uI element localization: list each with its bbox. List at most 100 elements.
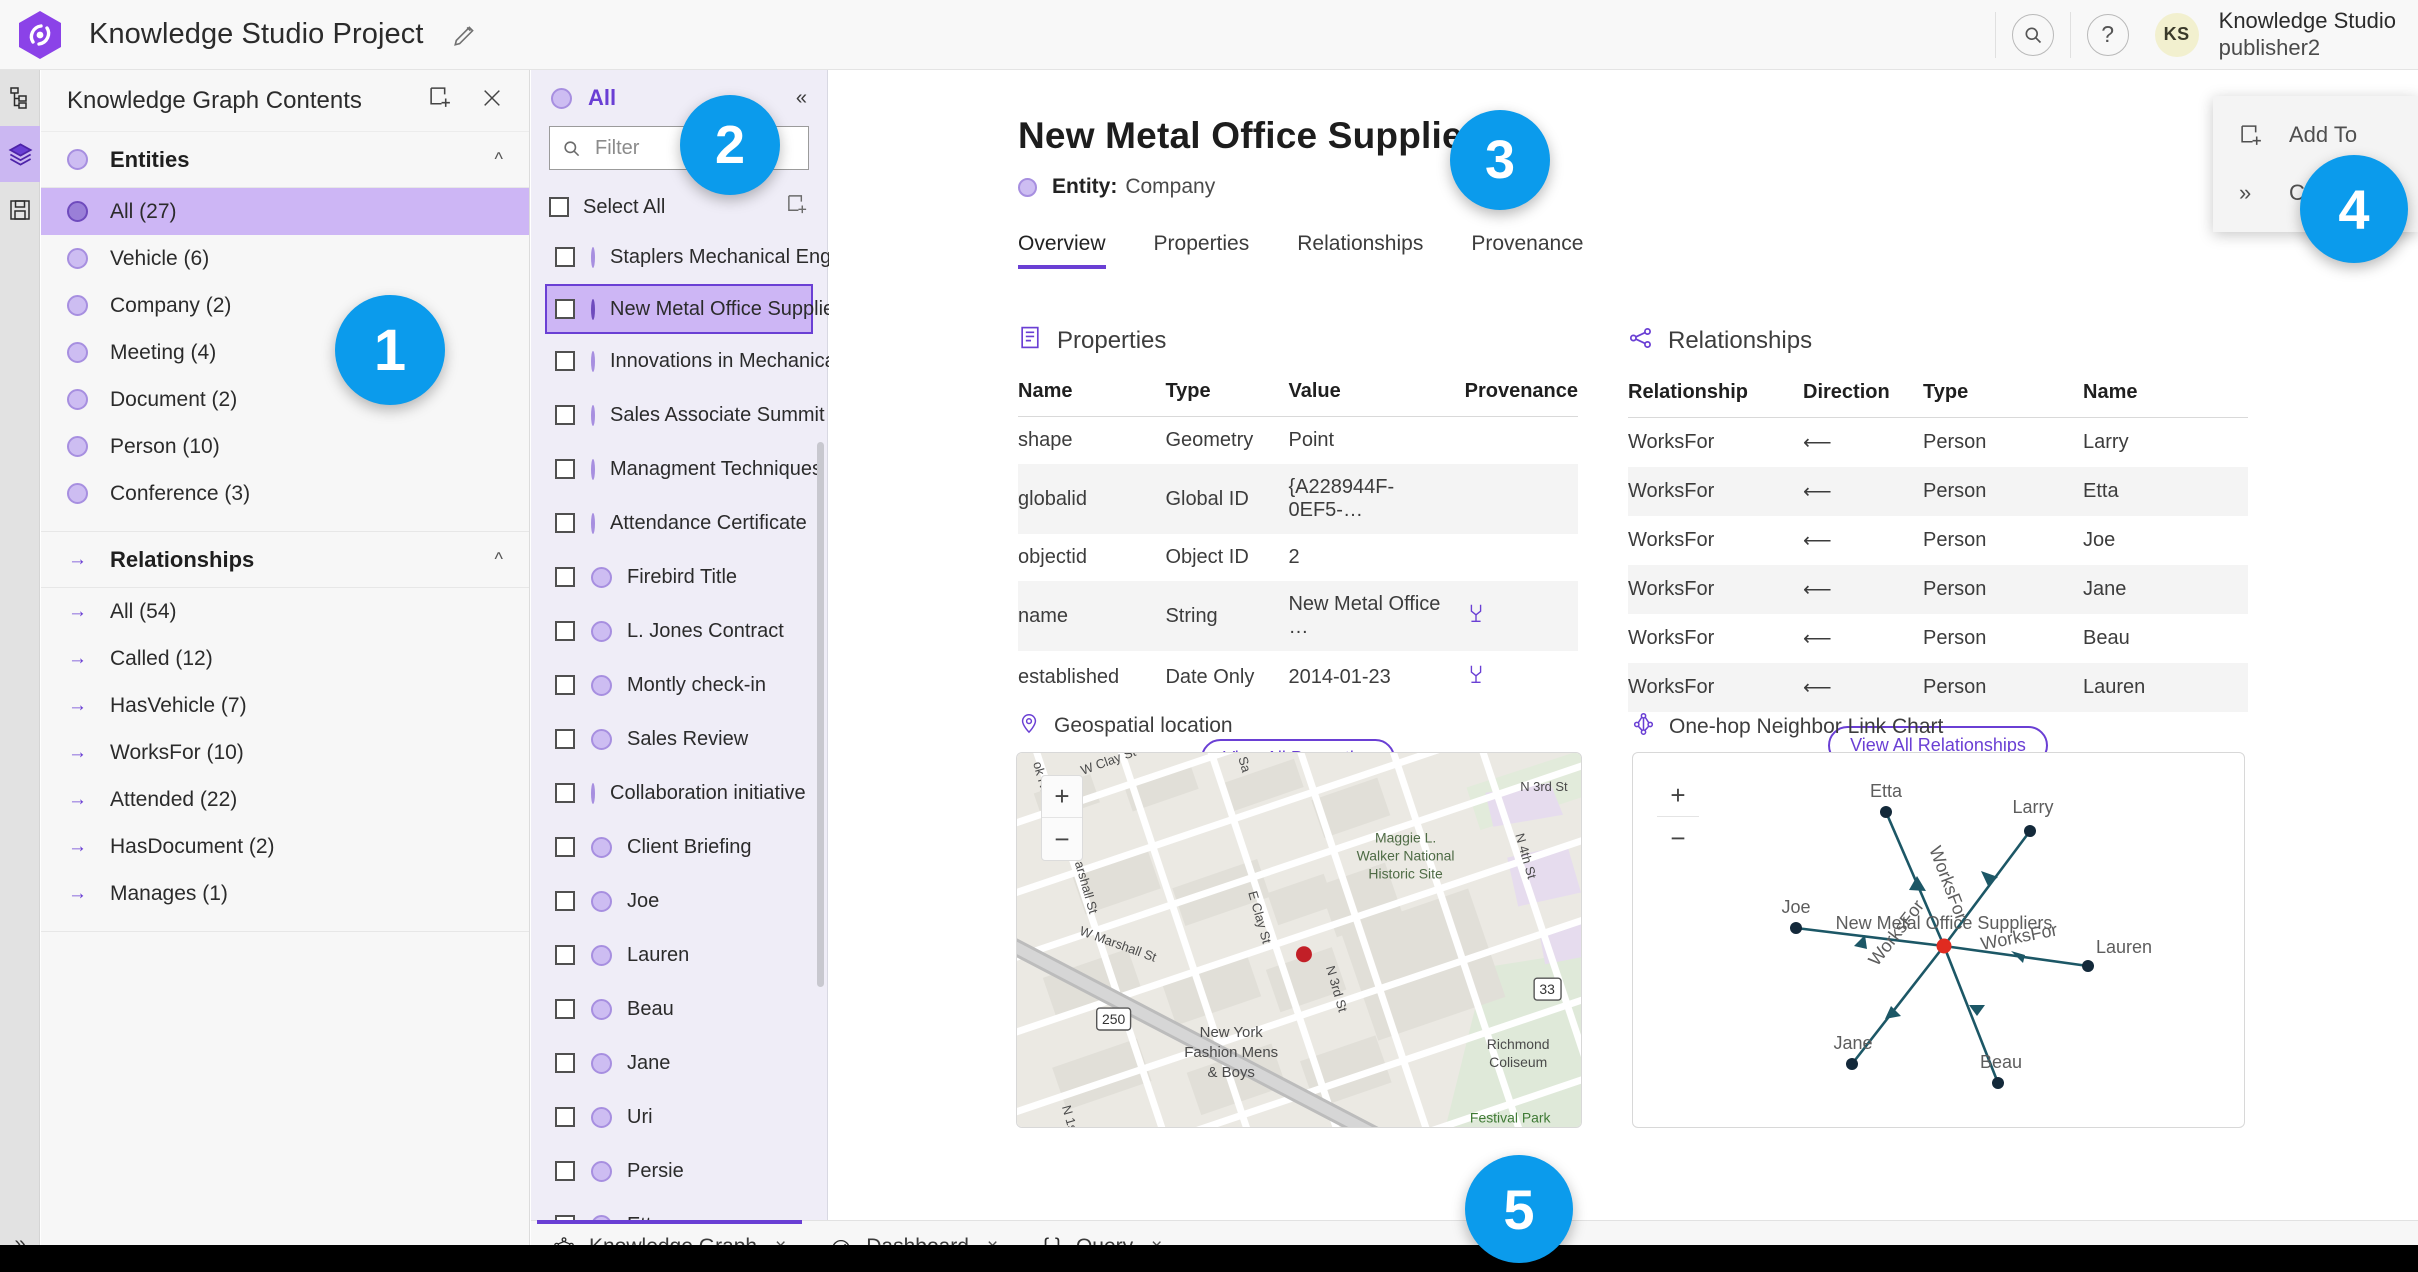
cell-name[interactable]: Etta xyxy=(2083,467,2248,516)
entities-group-header[interactable]: Entities ^ xyxy=(41,132,529,188)
item-checkbox[interactable] xyxy=(555,729,575,749)
relationships-item-all[interactable]: → All (54) xyxy=(41,588,529,635)
cell-name[interactable]: Beau xyxy=(2083,614,2248,663)
table-row[interactable]: objectid Object ID 2 xyxy=(1018,534,1578,581)
item-checkbox[interactable] xyxy=(555,1107,575,1127)
select-all-checkbox[interactable] xyxy=(549,197,569,217)
help-icon[interactable]: ? xyxy=(2086,13,2129,56)
relationships-item-hasvehicle[interactable]: → HasVehicle (7) xyxy=(41,682,529,729)
table-row[interactable]: WorksFor ⟵ Person Etta xyxy=(1628,467,2248,516)
table-row[interactable]: WorksFor ⟵ Person Jane xyxy=(1628,565,2248,614)
item-checkbox[interactable] xyxy=(555,513,575,533)
relationships-item-called[interactable]: → Called (12) xyxy=(41,635,529,682)
geospatial-map[interactable]: 250 33 W Clay St ok Rd Sa E Clay St N 3r… xyxy=(1016,752,1582,1128)
item-checkbox[interactable] xyxy=(555,459,575,479)
table-row[interactable]: name String New Metal Office … xyxy=(1018,581,1578,651)
item-checkbox[interactable] xyxy=(555,567,575,587)
list-item[interactable]: Innovations in Mechanical Engin… xyxy=(549,334,917,388)
app-logo-icon[interactable] xyxy=(17,10,63,60)
menu-item-add-to[interactable]: Add To xyxy=(2213,106,2418,164)
list-item[interactable]: Firebird Title xyxy=(549,550,809,604)
cell-name[interactable]: Lauren xyxy=(2083,663,2248,712)
list-item-selected[interactable]: New Metal Office Suppliers xyxy=(545,284,851,334)
cell-provenance[interactable] xyxy=(1465,581,1578,651)
search-icon[interactable] xyxy=(2011,13,2054,56)
item-checkbox[interactable] xyxy=(555,945,575,965)
save-icon[interactable] xyxy=(0,182,40,238)
hierarchy-icon[interactable] xyxy=(0,70,40,126)
list-item[interactable]: Beau xyxy=(549,982,809,1036)
entities-item-all[interactable]: All (27) xyxy=(41,188,529,235)
table-row[interactable]: established Date Only 2014-01-23 xyxy=(1018,651,1578,703)
cell-relationship[interactable]: WorksFor xyxy=(1628,418,1803,468)
cell-name[interactable]: Joe xyxy=(2083,516,2248,565)
item-checkbox[interactable] xyxy=(555,299,575,319)
relationships-group-header[interactable]: → Relationships ^ xyxy=(41,532,529,588)
entities-item-company[interactable]: Company (2) xyxy=(41,282,529,329)
cell-relationship[interactable]: WorksFor xyxy=(1628,565,1803,614)
item-checkbox[interactable] xyxy=(555,783,575,803)
entities-item-person[interactable]: Person (10) xyxy=(41,423,529,470)
cell-relationship[interactable]: WorksFor xyxy=(1628,614,1803,663)
list-item[interactable]: Persie xyxy=(549,1144,809,1198)
item-checkbox[interactable] xyxy=(555,621,575,641)
list-item[interactable]: Sales Review xyxy=(549,712,809,766)
map-zoom-in-button[interactable]: + xyxy=(1042,776,1082,818)
select-all-row[interactable]: Select All xyxy=(531,184,827,230)
list-item[interactable]: Lauren xyxy=(549,928,809,982)
item-checkbox[interactable] xyxy=(555,351,575,371)
add-to-new-icon[interactable] xyxy=(428,85,453,116)
item-checkbox[interactable] xyxy=(555,405,575,425)
table-row[interactable]: WorksFor ⟵ Person Larry xyxy=(1628,418,2248,468)
layers-icon[interactable] xyxy=(0,126,40,182)
table-row[interactable]: WorksFor ⟵ Person Joe xyxy=(1628,516,2248,565)
add-to-new-icon[interactable] xyxy=(786,193,809,222)
cell-name[interactable]: Larry xyxy=(2083,418,2248,468)
item-checkbox[interactable] xyxy=(555,891,575,911)
entities-item-conference[interactable]: Conference (3) xyxy=(41,470,529,517)
list-item[interactable]: Joe xyxy=(549,874,809,928)
list-item[interactable]: Attendance Certificate xyxy=(549,496,809,550)
entity-list-scrollbar[interactable] xyxy=(817,442,824,987)
item-checkbox[interactable] xyxy=(555,1053,575,1073)
item-checkbox[interactable] xyxy=(555,1161,575,1181)
map-zoom-out-button[interactable]: − xyxy=(1042,818,1082,860)
cell-relationship[interactable]: WorksFor xyxy=(1628,467,1803,516)
list-item[interactable]: Collaboration initiative xyxy=(549,766,809,820)
cell-relationship[interactable]: WorksFor xyxy=(1628,516,1803,565)
list-item[interactable]: Jane xyxy=(549,1036,809,1090)
table-row[interactable]: WorksFor ⟵ Person Lauren xyxy=(1628,663,2248,712)
relationships-item-attended[interactable]: → Attended (22) xyxy=(41,776,529,823)
chevron-up-icon[interactable]: ^ xyxy=(495,149,503,170)
item-checkbox[interactable] xyxy=(555,837,575,857)
list-item[interactable]: Uri xyxy=(549,1090,809,1144)
tab-provenance[interactable]: Provenance xyxy=(1471,232,1583,269)
relationships-item-hasdocument[interactable]: → HasDocument (2) xyxy=(41,823,529,870)
list-item[interactable]: Montly check-in xyxy=(549,658,809,712)
table-row[interactable]: shape Geometry Point xyxy=(1018,417,1578,465)
cell-name[interactable]: Jane xyxy=(2083,565,2248,614)
table-row[interactable]: globalid Global ID {A228944F-0EF5-… xyxy=(1018,464,1578,534)
relationships-item-manages[interactable]: → Manages (1) xyxy=(41,870,529,917)
list-item[interactable]: Staplers Mechanical Engineering xyxy=(549,230,902,284)
list-item[interactable]: Managment Techniques xyxy=(549,442,822,496)
chart-zoom-out-button[interactable]: − xyxy=(1657,817,1699,859)
collapse-panel-icon[interactable]: « xyxy=(796,87,807,110)
pencil-icon[interactable] xyxy=(450,20,480,50)
tab-relationships[interactable]: Relationships xyxy=(1297,232,1423,269)
entities-item-document[interactable]: Document (2) xyxy=(41,376,529,423)
entities-item-meeting[interactable]: Meeting (4) xyxy=(41,329,529,376)
avatar[interactable]: KS xyxy=(2154,12,2199,57)
list-item[interactable]: Sales Associate Summit xyxy=(549,388,825,442)
cell-relationship[interactable]: WorksFor xyxy=(1628,663,1803,712)
chart-zoom-in-button[interactable]: + xyxy=(1657,775,1699,817)
user-info[interactable]: Knowledge Studio publisher2 xyxy=(2219,8,2396,62)
tab-overview[interactable]: Overview xyxy=(1018,232,1106,269)
tab-properties[interactable]: Properties xyxy=(1154,232,1250,269)
chevron-up-icon[interactable]: ^ xyxy=(495,549,503,570)
entities-item-vehicle[interactable]: Vehicle (6) xyxy=(41,235,529,282)
item-checkbox[interactable] xyxy=(555,247,575,267)
relationships-item-worksfor[interactable]: → WorksFor (10) xyxy=(41,729,529,776)
table-row[interactable]: WorksFor ⟵ Person Beau xyxy=(1628,614,2248,663)
close-icon[interactable] xyxy=(481,87,503,115)
